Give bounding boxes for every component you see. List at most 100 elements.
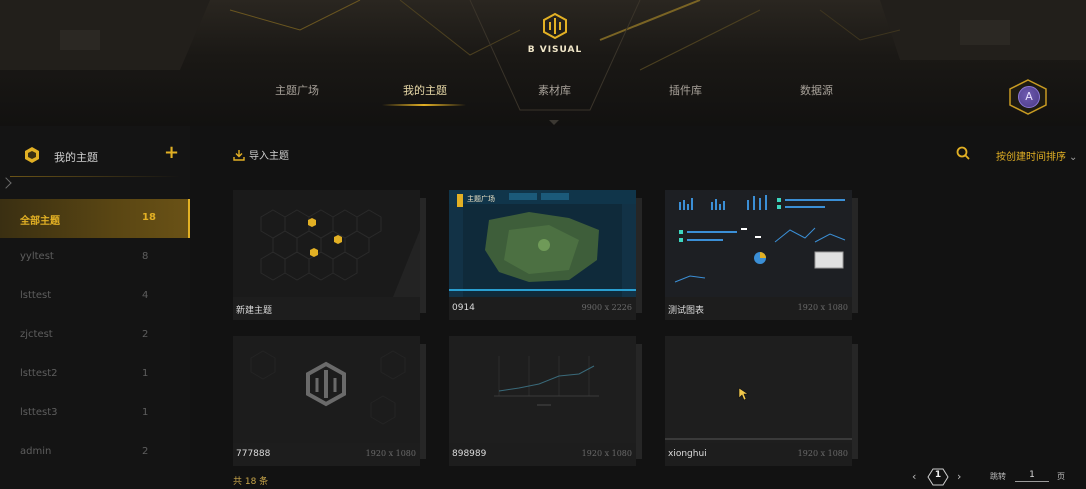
card-stack-edge xyxy=(420,344,426,459)
card-stack-edge xyxy=(852,198,858,313)
group-count: 1 xyxy=(142,407,149,418)
card-stack-edge xyxy=(636,344,642,459)
card-info-bar: 898989 1920 x 1080 xyxy=(449,443,636,466)
card-thumbnail[interactable] xyxy=(449,336,636,443)
map-dashboard-preview xyxy=(449,190,636,297)
group-count: 4 xyxy=(142,290,149,301)
jump-page-input[interactable] xyxy=(1015,469,1049,482)
group-name: zjctest xyxy=(20,329,53,340)
header-down-arrow-icon xyxy=(549,120,559,125)
card-title: 新建主题 xyxy=(236,306,273,316)
mouse-cursor-icon xyxy=(738,387,749,401)
theme-card-test-charts[interactable]: 测试图表 1920 x 1080 xyxy=(665,190,858,320)
prev-page-button[interactable]: ‹ xyxy=(912,470,916,483)
group-name: yyltest xyxy=(20,251,54,262)
tab-theme-square[interactable]: 主题广场 xyxy=(275,82,319,98)
theme-card-0914[interactable]: 主题广场 0914 9900 x 2226 xyxy=(449,190,642,320)
tab-my-themes[interactable]: 我的主题 xyxy=(403,82,447,98)
import-theme-label: 导入主题 xyxy=(249,151,289,162)
top-header: B VISUAL 主题广场 我的主题 素材库 插件库 数据源 A xyxy=(0,0,1086,126)
card-info-bar: xionghui 1920 x 1080 xyxy=(665,443,852,466)
sidebar-item-lsttest3[interactable]: lsttest3 1 xyxy=(0,394,190,433)
total-count: 共 18 条 xyxy=(233,477,269,487)
theme-card-new[interactable]: 新建主题 xyxy=(233,190,426,320)
card-size: 1920 x 1080 xyxy=(797,449,848,458)
card-thumbnail[interactable] xyxy=(665,336,852,443)
sidebar-item-all[interactable]: 全部主题 18 xyxy=(0,199,190,238)
sidebar: 我的主题 + 全部主题 18 yyltest 8 lsttest 4 zjcte… xyxy=(0,126,190,489)
sidebar-item-zjctest[interactable]: zjctest 2 xyxy=(0,316,190,355)
group-name: lsttest2 xyxy=(20,368,58,379)
group-name: admin xyxy=(20,446,52,457)
search-icon[interactable] xyxy=(956,146,970,160)
card-thumbnail[interactable]: 主题广场 xyxy=(449,190,636,297)
jump-label: 跳转 xyxy=(990,472,1006,481)
card-title: 898989 xyxy=(452,449,487,459)
group-count: 8 xyxy=(142,251,149,262)
import-theme-button[interactable]: 导入主题 xyxy=(233,147,289,162)
pagination: ‹ 1 › 跳转 页 xyxy=(912,468,1082,486)
brand: B VISUAL xyxy=(520,12,590,55)
group-count: 18 xyxy=(142,212,156,223)
card-size: 9900 x 2226 xyxy=(581,303,632,312)
theme-card-777888[interactable]: 777888 1920 x 1080 xyxy=(233,336,426,466)
card-stack-edge xyxy=(852,344,858,459)
chart-dashboard-preview xyxy=(665,190,852,297)
hexagon-grid-preview xyxy=(233,190,420,297)
card-thumbnail[interactable] xyxy=(233,336,420,443)
active-tab-indicator xyxy=(382,104,466,106)
hexagon-logo-icon xyxy=(543,12,567,40)
current-page-number: 1 xyxy=(934,470,942,480)
import-icon xyxy=(233,150,245,161)
group-count: 2 xyxy=(142,446,149,457)
group-name: lsttest3 xyxy=(20,407,58,418)
chevron-down-icon: ⌄ xyxy=(1069,152,1078,163)
blank-preview xyxy=(665,336,852,443)
sidebar-item-lsttest[interactable]: lsttest 4 xyxy=(0,277,190,316)
sidebar-item-admin[interactable]: admin 2 xyxy=(0,433,190,472)
next-page-button[interactable]: › xyxy=(957,470,961,483)
tab-data-source[interactable]: 数据源 xyxy=(800,82,833,98)
sidebar-item-yyltest[interactable]: yyltest 8 xyxy=(0,238,190,277)
theme-card-xionghui[interactable]: xionghui 1920 x 1080 xyxy=(665,336,858,466)
sidebar-item-lsttest2[interactable]: lsttest2 1 xyxy=(0,355,190,394)
page-unit-label: 页 xyxy=(1057,472,1065,481)
theme-gallery: 导入主题 按创建时间排序 ⌄ 新建主题 主题广场 0914 9900 x 222… xyxy=(190,126,1086,489)
card-info-bar: 测试图表 1920 x 1080 xyxy=(665,297,852,320)
card-title: 测试图表 xyxy=(668,306,705,316)
card-info-bar: 新建主题 xyxy=(233,297,420,320)
sort-dropdown[interactable]: 按创建时间排序 ⌄ xyxy=(996,148,1077,163)
card-thumbnail[interactable] xyxy=(665,190,852,297)
group-list: 全部主题 18 yyltest 8 lsttest 4 zjctest 2 ls… xyxy=(0,199,190,472)
theme-card-898989[interactable]: 898989 1920 x 1080 xyxy=(449,336,642,466)
card-stack-edge xyxy=(420,198,426,313)
card-thumbnail[interactable] xyxy=(233,190,420,297)
group-name: lsttest xyxy=(20,290,52,301)
sidebar-divider xyxy=(10,176,180,177)
avatar[interactable]: A xyxy=(1018,86,1040,108)
card-title: xionghui xyxy=(668,449,707,459)
theme-square-badge: 主题广场 xyxy=(467,195,495,203)
add-group-button[interactable]: + xyxy=(164,144,179,162)
card-title: 0914 xyxy=(452,303,475,313)
card-stack-edge xyxy=(636,198,642,313)
card-info-bar: 0914 9900 x 2226 xyxy=(449,297,636,320)
brand-name: B VISUAL xyxy=(527,45,583,55)
avatar-frame[interactable]: A xyxy=(1008,79,1048,115)
group-count: 1 xyxy=(142,368,149,379)
card-info-bar: 777888 1920 x 1080 xyxy=(233,443,420,466)
current-page[interactable]: 1 xyxy=(927,468,949,486)
tab-plugins[interactable]: 插件库 xyxy=(669,82,702,98)
tab-materials[interactable]: 素材库 xyxy=(538,82,571,98)
sort-label: 按创建时间排序 xyxy=(996,152,1066,163)
group-count: 2 xyxy=(142,329,149,340)
line-chart-preview xyxy=(449,336,636,443)
card-title: 777888 xyxy=(236,449,271,459)
sidebar-title: 我的主题 xyxy=(54,151,98,164)
card-size: 1920 x 1080 xyxy=(365,449,416,458)
collapse-arrow-icon[interactable] xyxy=(0,177,12,189)
logo-preview xyxy=(233,336,420,443)
sidebar-header: 我的主题 + xyxy=(0,126,190,189)
theme-cube-icon xyxy=(25,147,39,163)
card-size: 1920 x 1080 xyxy=(797,303,848,312)
